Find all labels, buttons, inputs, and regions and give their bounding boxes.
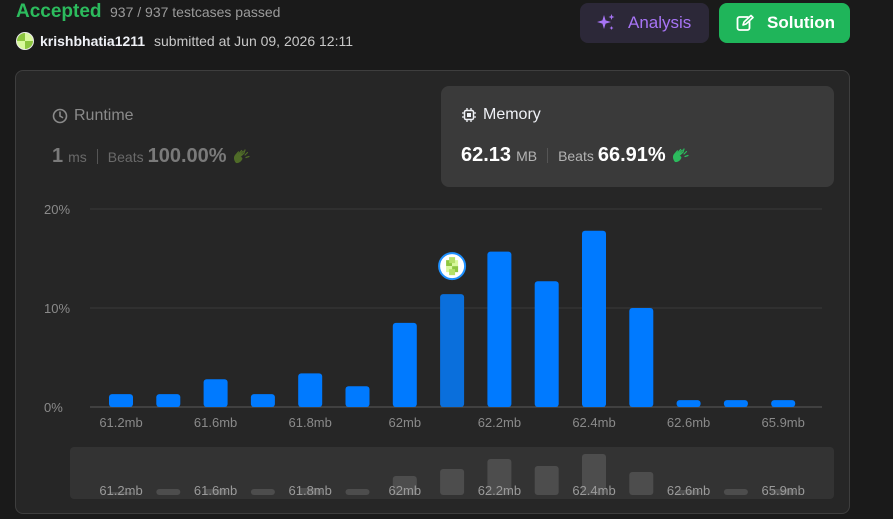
overview-bar	[440, 469, 465, 495]
overview-tick-label: 61.8mb	[289, 483, 332, 498]
chart-bar[interactable]	[582, 230, 606, 407]
chart-bar[interactable]	[203, 379, 228, 407]
avatar-pixel	[449, 257, 456, 264]
y-tick-label: 10%	[44, 301, 70, 316]
overview-bar	[250, 489, 275, 495]
y-tick-label: 20%	[44, 202, 70, 217]
overview-bar	[534, 466, 559, 495]
memory-distribution-chart[interactable]: 0% 10% 20% 61.2mb 61.6mb 61.8mb 62mb 62.2mb 62.4…	[16, 71, 849, 513]
edit-icon	[735, 13, 755, 33]
chart-bar[interactable]	[298, 373, 323, 407]
x-tick-label: 61.8mb	[289, 415, 332, 430]
chart-bar[interactable]	[676, 400, 701, 407]
chart-bar[interactable]	[250, 394, 275, 407]
overview-tick-label: 62.2mb	[478, 483, 521, 498]
chart-bar[interactable]	[392, 322, 417, 407]
x-tick-label: 65.9mb	[762, 415, 805, 430]
x-tick-label: 62.2mb	[478, 415, 521, 430]
submitted-time: submitted at Jun 09, 2026 12:11	[154, 33, 353, 49]
avatar-pixel	[449, 269, 456, 276]
overview-bar	[345, 489, 370, 495]
solution-label: Solution	[767, 13, 835, 32]
x-tick-label: 62.6mb	[667, 415, 710, 430]
solution-button[interactable]: Solution	[719, 3, 850, 43]
overview-bar	[156, 489, 181, 495]
overview-tick-label: 62.6mb	[667, 483, 710, 498]
chart-bar[interactable]	[534, 281, 559, 407]
chart-bar[interactable]	[487, 251, 512, 407]
x-tick-label: 61.2mb	[99, 415, 142, 430]
analysis-button[interactable]: Analysis	[580, 3, 709, 43]
x-tick-label: 62.4mb	[572, 415, 615, 430]
x-tick-label: 62mb	[389, 415, 422, 430]
overview-bar	[723, 489, 748, 495]
avatar[interactable]	[16, 32, 34, 50]
chart-bar[interactable]	[723, 400, 748, 407]
x-tick-label: 61.6mb	[194, 415, 237, 430]
status-accepted: Accepted	[16, 1, 102, 22]
sparkles-icon	[596, 13, 616, 33]
chart-bar[interactable]	[629, 308, 654, 407]
chart-bar[interactable]	[345, 386, 370, 407]
overview-tick-label: 61.6mb	[194, 483, 237, 498]
chart-bar[interactable]	[156, 394, 181, 407]
overview-bar	[629, 472, 654, 495]
submission-header: Accepted 937 / 937 testcases passed kris…	[0, 0, 893, 60]
chart-bar[interactable]	[771, 400, 796, 407]
chart-bar[interactable]	[109, 394, 133, 407]
overview-tick-label: 65.9mb	[762, 483, 805, 498]
performance-panel: Runtime 1 ms Beats 100.00% Memory 62.13 …	[15, 70, 850, 514]
overview-tick-label: 61.2mb	[99, 483, 142, 498]
chart-bar[interactable]	[440, 294, 465, 407]
testcases-passed: 937 / 937 testcases passed	[110, 4, 281, 20]
overview-tick-label: 62mb	[389, 483, 422, 498]
analysis-label: Analysis	[628, 13, 692, 32]
username-link[interactable]: krishbhatia1211	[40, 33, 145, 49]
y-tick-label: 0%	[44, 400, 63, 415]
overview-tick-label: 62.4mb	[572, 483, 615, 498]
